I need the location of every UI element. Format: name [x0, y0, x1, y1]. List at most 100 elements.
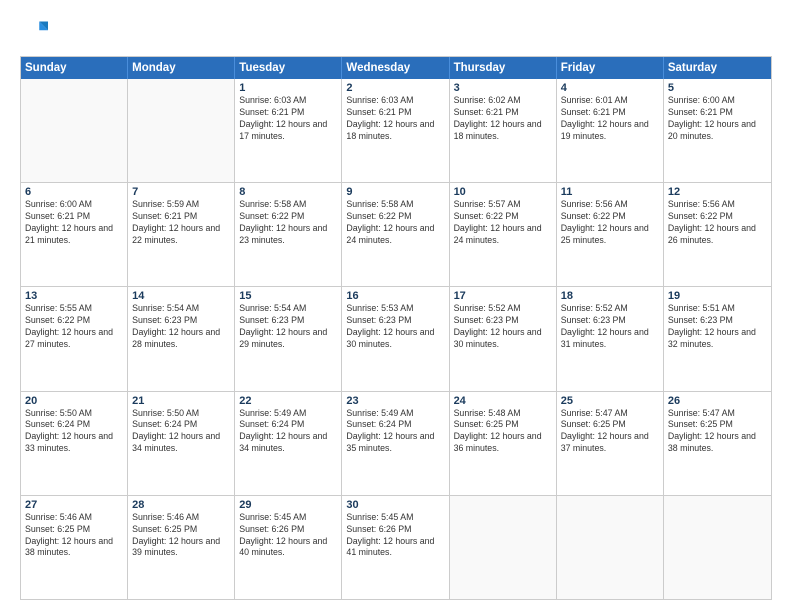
- calendar-cell: 29Sunrise: 5:45 AMSunset: 6:26 PMDayligh…: [235, 496, 342, 599]
- day-number: 9: [346, 186, 444, 198]
- day-number: 15: [239, 290, 337, 302]
- calendar-cell: 6Sunrise: 6:00 AMSunset: 6:21 PMDaylight…: [21, 183, 128, 286]
- cell-info: Sunrise: 5:56 AMSunset: 6:22 PMDaylight:…: [561, 199, 649, 245]
- cell-info: Sunrise: 5:45 AMSunset: 6:26 PMDaylight:…: [346, 512, 434, 558]
- day-number: 23: [346, 395, 444, 407]
- day-number: 19: [668, 290, 767, 302]
- day-number: 29: [239, 499, 337, 511]
- day-number: 28: [132, 499, 230, 511]
- day-number: 21: [132, 395, 230, 407]
- cell-info: Sunrise: 5:58 AMSunset: 6:22 PMDaylight:…: [346, 199, 434, 245]
- header: [20, 18, 772, 46]
- day-number: 12: [668, 186, 767, 198]
- calendar-cell: 27Sunrise: 5:46 AMSunset: 6:25 PMDayligh…: [21, 496, 128, 599]
- day-number: 3: [454, 82, 552, 94]
- cell-info: Sunrise: 6:03 AMSunset: 6:21 PMDaylight:…: [346, 95, 434, 141]
- cell-info: Sunrise: 5:45 AMSunset: 6:26 PMDaylight:…: [239, 512, 327, 558]
- day-number: 14: [132, 290, 230, 302]
- calendar-cell: 24Sunrise: 5:48 AMSunset: 6:25 PMDayligh…: [450, 392, 557, 495]
- cell-info: Sunrise: 5:50 AMSunset: 6:24 PMDaylight:…: [132, 408, 220, 454]
- calendar: SundayMondayTuesdayWednesdayThursdayFrid…: [20, 56, 772, 600]
- cell-info: Sunrise: 5:46 AMSunset: 6:25 PMDaylight:…: [132, 512, 220, 558]
- day-number: 1: [239, 82, 337, 94]
- calendar-cell: 28Sunrise: 5:46 AMSunset: 6:25 PMDayligh…: [128, 496, 235, 599]
- calendar-cell: 16Sunrise: 5:53 AMSunset: 6:23 PMDayligh…: [342, 287, 449, 390]
- calendar-cell: 9Sunrise: 5:58 AMSunset: 6:22 PMDaylight…: [342, 183, 449, 286]
- day-number: 18: [561, 290, 659, 302]
- calendar-cell: 12Sunrise: 5:56 AMSunset: 6:22 PMDayligh…: [664, 183, 771, 286]
- day-number: 5: [668, 82, 767, 94]
- calendar-cell: 26Sunrise: 5:47 AMSunset: 6:25 PMDayligh…: [664, 392, 771, 495]
- day-number: 10: [454, 186, 552, 198]
- day-number: 27: [25, 499, 123, 511]
- calendar-cell: 15Sunrise: 5:54 AMSunset: 6:23 PMDayligh…: [235, 287, 342, 390]
- calendar-cell: [664, 496, 771, 599]
- header-day-wednesday: Wednesday: [342, 57, 449, 79]
- day-number: 8: [239, 186, 337, 198]
- day-number: 30: [346, 499, 444, 511]
- calendar-week-4: 20Sunrise: 5:50 AMSunset: 6:24 PMDayligh…: [21, 392, 771, 496]
- calendar-cell: 8Sunrise: 5:58 AMSunset: 6:22 PMDaylight…: [235, 183, 342, 286]
- cell-info: Sunrise: 6:02 AMSunset: 6:21 PMDaylight:…: [454, 95, 542, 141]
- calendar-week-3: 13Sunrise: 5:55 AMSunset: 6:22 PMDayligh…: [21, 287, 771, 391]
- cell-info: Sunrise: 5:56 AMSunset: 6:22 PMDaylight:…: [668, 199, 756, 245]
- calendar-cell: 22Sunrise: 5:49 AMSunset: 6:24 PMDayligh…: [235, 392, 342, 495]
- calendar-cell: 2Sunrise: 6:03 AMSunset: 6:21 PMDaylight…: [342, 79, 449, 182]
- cell-info: Sunrise: 6:01 AMSunset: 6:21 PMDaylight:…: [561, 95, 649, 141]
- calendar-cell: 20Sunrise: 5:50 AMSunset: 6:24 PMDayligh…: [21, 392, 128, 495]
- day-number: 22: [239, 395, 337, 407]
- day-number: 17: [454, 290, 552, 302]
- header-day-friday: Friday: [557, 57, 664, 79]
- calendar-cell: 21Sunrise: 5:50 AMSunset: 6:24 PMDayligh…: [128, 392, 235, 495]
- cell-info: Sunrise: 5:54 AMSunset: 6:23 PMDaylight:…: [132, 303, 220, 349]
- day-number: 16: [346, 290, 444, 302]
- calendar-cell: 25Sunrise: 5:47 AMSunset: 6:25 PMDayligh…: [557, 392, 664, 495]
- calendar-cell: [557, 496, 664, 599]
- cell-info: Sunrise: 5:57 AMSunset: 6:22 PMDaylight:…: [454, 199, 542, 245]
- header-day-saturday: Saturday: [664, 57, 771, 79]
- calendar-cell: [128, 79, 235, 182]
- cell-info: Sunrise: 6:00 AMSunset: 6:21 PMDaylight:…: [668, 95, 756, 141]
- calendar-body: 1Sunrise: 6:03 AMSunset: 6:21 PMDaylight…: [21, 79, 771, 599]
- cell-info: Sunrise: 5:47 AMSunset: 6:25 PMDaylight:…: [668, 408, 756, 454]
- page: SundayMondayTuesdayWednesdayThursdayFrid…: [0, 0, 792, 612]
- header-day-monday: Monday: [128, 57, 235, 79]
- day-number: 2: [346, 82, 444, 94]
- calendar-cell: 7Sunrise: 5:59 AMSunset: 6:21 PMDaylight…: [128, 183, 235, 286]
- calendar-cell: 14Sunrise: 5:54 AMSunset: 6:23 PMDayligh…: [128, 287, 235, 390]
- cell-info: Sunrise: 6:03 AMSunset: 6:21 PMDaylight:…: [239, 95, 327, 141]
- day-number: 20: [25, 395, 123, 407]
- header-day-tuesday: Tuesday: [235, 57, 342, 79]
- cell-info: Sunrise: 5:49 AMSunset: 6:24 PMDaylight:…: [346, 408, 434, 454]
- cell-info: Sunrise: 5:49 AMSunset: 6:24 PMDaylight:…: [239, 408, 327, 454]
- day-number: 7: [132, 186, 230, 198]
- cell-info: Sunrise: 5:50 AMSunset: 6:24 PMDaylight:…: [25, 408, 113, 454]
- calendar-cell: [21, 79, 128, 182]
- cell-info: Sunrise: 5:48 AMSunset: 6:25 PMDaylight:…: [454, 408, 542, 454]
- day-number: 13: [25, 290, 123, 302]
- calendar-cell: 13Sunrise: 5:55 AMSunset: 6:22 PMDayligh…: [21, 287, 128, 390]
- calendar-cell: 11Sunrise: 5:56 AMSunset: 6:22 PMDayligh…: [557, 183, 664, 286]
- calendar-cell: 19Sunrise: 5:51 AMSunset: 6:23 PMDayligh…: [664, 287, 771, 390]
- day-number: 25: [561, 395, 659, 407]
- calendar-cell: 30Sunrise: 5:45 AMSunset: 6:26 PMDayligh…: [342, 496, 449, 599]
- cell-info: Sunrise: 5:52 AMSunset: 6:23 PMDaylight:…: [454, 303, 542, 349]
- calendar-cell: 10Sunrise: 5:57 AMSunset: 6:22 PMDayligh…: [450, 183, 557, 286]
- calendar-header: SundayMondayTuesdayWednesdayThursdayFrid…: [21, 57, 771, 79]
- header-day-sunday: Sunday: [21, 57, 128, 79]
- calendar-cell: 18Sunrise: 5:52 AMSunset: 6:23 PMDayligh…: [557, 287, 664, 390]
- calendar-week-5: 27 Sunrise: 5:46 AMSunset: 6:25 PMDayligh…: [21, 496, 771, 599]
- cell-info: Sunrise: 5:51 AMSunset: 6:23 PMDaylight:…: [668, 303, 756, 349]
- calendar-cell: 5Sunrise: 6:00 AMSunset: 6:21 PMDaylight…: [664, 79, 771, 182]
- calendar-cell: 4Sunrise: 6:01 AMSunset: 6:21 PMDaylight…: [557, 79, 664, 182]
- day-number: 24: [454, 395, 552, 407]
- cell-info: Sunrise: 5:55 AMSunset: 6:22 PMDaylight:…: [25, 303, 113, 349]
- header-day-thursday: Thursday: [450, 57, 557, 79]
- calendar-cell: 17Sunrise: 5:52 AMSunset: 6:23 PMDayligh…: [450, 287, 557, 390]
- calendar-cell: 1Sunrise: 6:03 AMSunset: 6:21 PMDaylight…: [235, 79, 342, 182]
- logo: [20, 18, 52, 46]
- cell-info: Sunrise: 6:00 AMSunset: 6:21 PMDaylight:…: [25, 199, 113, 245]
- calendar-week-1: 1Sunrise: 6:03 AMSunset: 6:21 PMDaylight…: [21, 79, 771, 183]
- cell-info: Sunrise: 5:53 AMSunset: 6:23 PMDaylight:…: [346, 303, 434, 349]
- calendar-cell: 23Sunrise: 5:49 AMSunset: 6:24 PMDayligh…: [342, 392, 449, 495]
